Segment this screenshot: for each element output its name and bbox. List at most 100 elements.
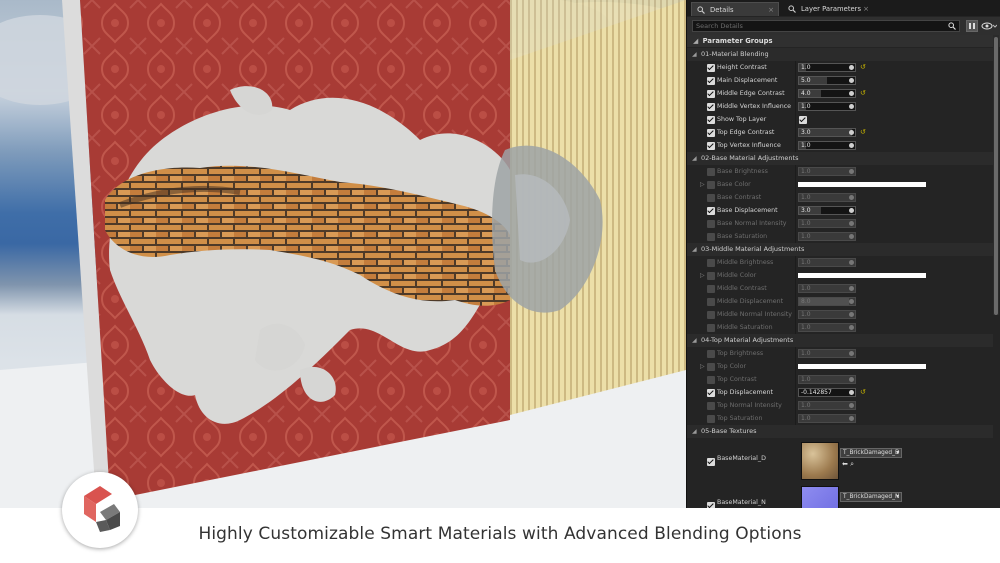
override-checkbox[interactable]	[707, 259, 715, 267]
param-group-header[interactable]: ◢ 04-Top Material Adjustments	[687, 334, 993, 347]
override-checkbox[interactable]	[707, 64, 715, 72]
collapse-arrow-icon: ◢	[692, 51, 697, 58]
value-spinbox[interactable]: 1.0	[798, 375, 856, 384]
override-checkbox[interactable]	[707, 207, 715, 215]
tab-layer-parameters[interactable]: Layer Parameters ×	[783, 2, 873, 16]
override-checkbox[interactable]	[707, 129, 715, 137]
override-checkbox[interactable]	[707, 415, 715, 423]
value-spinbox[interactable]: 1.0	[798, 167, 856, 176]
param-group-label: 02-Base Material Adjustments	[701, 154, 799, 162]
value-spinbox[interactable]: 1.0	[798, 219, 856, 228]
expand-arrow-icon[interactable]: ▷	[700, 269, 705, 282]
property-matrix-button[interactable]	[966, 20, 978, 32]
param-row: Middle Displacement 8.0	[687, 295, 993, 308]
override-checkbox[interactable]	[707, 181, 715, 189]
value-spinbox[interactable]: 3.0	[798, 206, 856, 215]
override-checkbox[interactable]	[707, 389, 715, 397]
reset-to-default-icon[interactable]: ↺	[860, 386, 866, 399]
value-spinbox[interactable]: 3.0	[798, 128, 856, 137]
value-spinbox[interactable]: -0.142857	[798, 388, 856, 397]
close-icon[interactable]: ×	[863, 2, 869, 16]
value-spinbox[interactable]: 4.0	[798, 89, 856, 98]
brick-normal-thumbnail[interactable]	[801, 486, 839, 508]
param-row: Main Displacement 5.0	[687, 74, 993, 87]
search-row: Search Details	[687, 17, 1000, 35]
override-checkbox[interactable]	[707, 376, 715, 384]
override-checkbox[interactable]	[707, 311, 715, 319]
override-checkbox[interactable]	[707, 233, 715, 241]
override-checkbox[interactable]	[707, 298, 715, 306]
param-row: Base Contrast 1.0	[687, 191, 993, 204]
color-swatch[interactable]	[798, 182, 926, 187]
override-checkbox[interactable]	[707, 285, 715, 293]
value-spinbox[interactable]: 1.0	[798, 63, 856, 72]
value-spinbox[interactable]: 1.0	[798, 414, 856, 423]
section-parameter-groups[interactable]: ◢ Parameter Groups	[687, 35, 1000, 47]
value-spinbox[interactable]: 1.0	[798, 401, 856, 410]
override-checkbox[interactable]	[707, 324, 715, 332]
collapse-arrow-icon: ◢	[692, 428, 697, 435]
details-panel: Details × Layer Parameters × Search Deta…	[686, 0, 1000, 508]
value-spinbox[interactable]: 5.0	[798, 76, 856, 85]
override-checkbox[interactable]	[707, 142, 715, 150]
override-checkbox[interactable]	[707, 363, 715, 371]
value-spinbox[interactable]: 1.0	[798, 310, 856, 319]
close-icon[interactable]: ×	[768, 3, 774, 17]
reset-to-default-icon[interactable]: ↺	[860, 61, 866, 74]
color-swatch[interactable]	[798, 364, 926, 369]
viewport-3d[interactable]	[0, 0, 686, 508]
param-label: Top Color	[717, 363, 747, 370]
value-spinbox[interactable]: 1.0	[798, 193, 856, 202]
param-value: 1.0	[801, 350, 811, 357]
reset-to-default-icon[interactable]: ↺	[860, 126, 866, 139]
browse-magnifier-icon[interactable]: ⌕	[850, 460, 854, 468]
magnifier-icon	[788, 5, 796, 13]
color-swatch[interactable]	[798, 273, 926, 278]
param-group-header[interactable]: ◢ 03-Middle Material Adjustments	[687, 243, 993, 256]
search-input[interactable]: Search Details	[692, 20, 960, 32]
param-row: Show Top Layer	[687, 113, 993, 126]
expand-arrow-icon[interactable]: ▷	[700, 360, 705, 373]
value-spinbox[interactable]: 1.0	[798, 141, 856, 150]
reset-to-default-icon[interactable]: ↺	[860, 87, 866, 100]
eye-icon[interactable]	[981, 21, 997, 31]
override-checkbox[interactable]	[707, 458, 715, 466]
texture-param-label: BaseMaterial_D	[717, 455, 766, 462]
value-spinbox[interactable]: 1.0	[798, 323, 856, 332]
param-group-header[interactable]: ◢ 01-Material Blending	[687, 48, 993, 61]
value-spinbox[interactable]: 1.0	[798, 284, 856, 293]
value-spinbox[interactable]: 8.0	[798, 297, 856, 306]
param-label: Base Brightness	[717, 168, 768, 175]
bool-value-checkbox[interactable]	[799, 116, 807, 124]
override-checkbox[interactable]	[707, 220, 715, 228]
texture-asset-picker[interactable]: T_BrickDamaged_D ▾	[840, 448, 902, 458]
scrollbar[interactable]	[993, 35, 999, 315]
expand-arrow-icon[interactable]: ▷	[700, 178, 705, 191]
override-checkbox[interactable]	[707, 168, 715, 176]
override-checkbox[interactable]	[707, 194, 715, 202]
texture-asset-picker[interactable]: T_BrickDamaged_N ▾	[840, 492, 902, 502]
override-checkbox[interactable]	[707, 77, 715, 85]
param-group-header[interactable]: ◢ 02-Base Material Adjustments	[687, 152, 993, 165]
override-checkbox[interactable]	[707, 350, 715, 358]
use-selected-arrow-icon[interactable]: ⬅	[842, 460, 850, 468]
slider-knob-icon	[849, 143, 854, 148]
param-value: 1.0	[801, 142, 811, 149]
override-checkbox[interactable]	[707, 272, 715, 280]
override-checkbox[interactable]	[707, 116, 715, 124]
param-group-header[interactable]: ◢ 05-Base Textures	[687, 425, 993, 438]
param-label: Middle Brightness	[717, 259, 774, 266]
brick-diffuse-thumbnail[interactable]	[801, 442, 839, 480]
scrollbar-thumb[interactable]	[994, 37, 998, 315]
value-spinbox[interactable]: 1.0	[798, 258, 856, 267]
override-checkbox[interactable]	[707, 103, 715, 111]
param-row: Top Edge Contrast 3.0 ↺	[687, 126, 993, 139]
value-spinbox[interactable]: 1.0	[798, 102, 856, 111]
param-label: Base Displacement	[717, 207, 778, 214]
value-spinbox[interactable]: 1.0	[798, 232, 856, 241]
override-checkbox[interactable]	[707, 90, 715, 98]
tab-details[interactable]: Details ×	[691, 2, 779, 16]
override-checkbox[interactable]	[707, 402, 715, 410]
value-spinbox[interactable]: 1.0	[798, 349, 856, 358]
param-row: ▷ Middle Color	[687, 269, 993, 282]
